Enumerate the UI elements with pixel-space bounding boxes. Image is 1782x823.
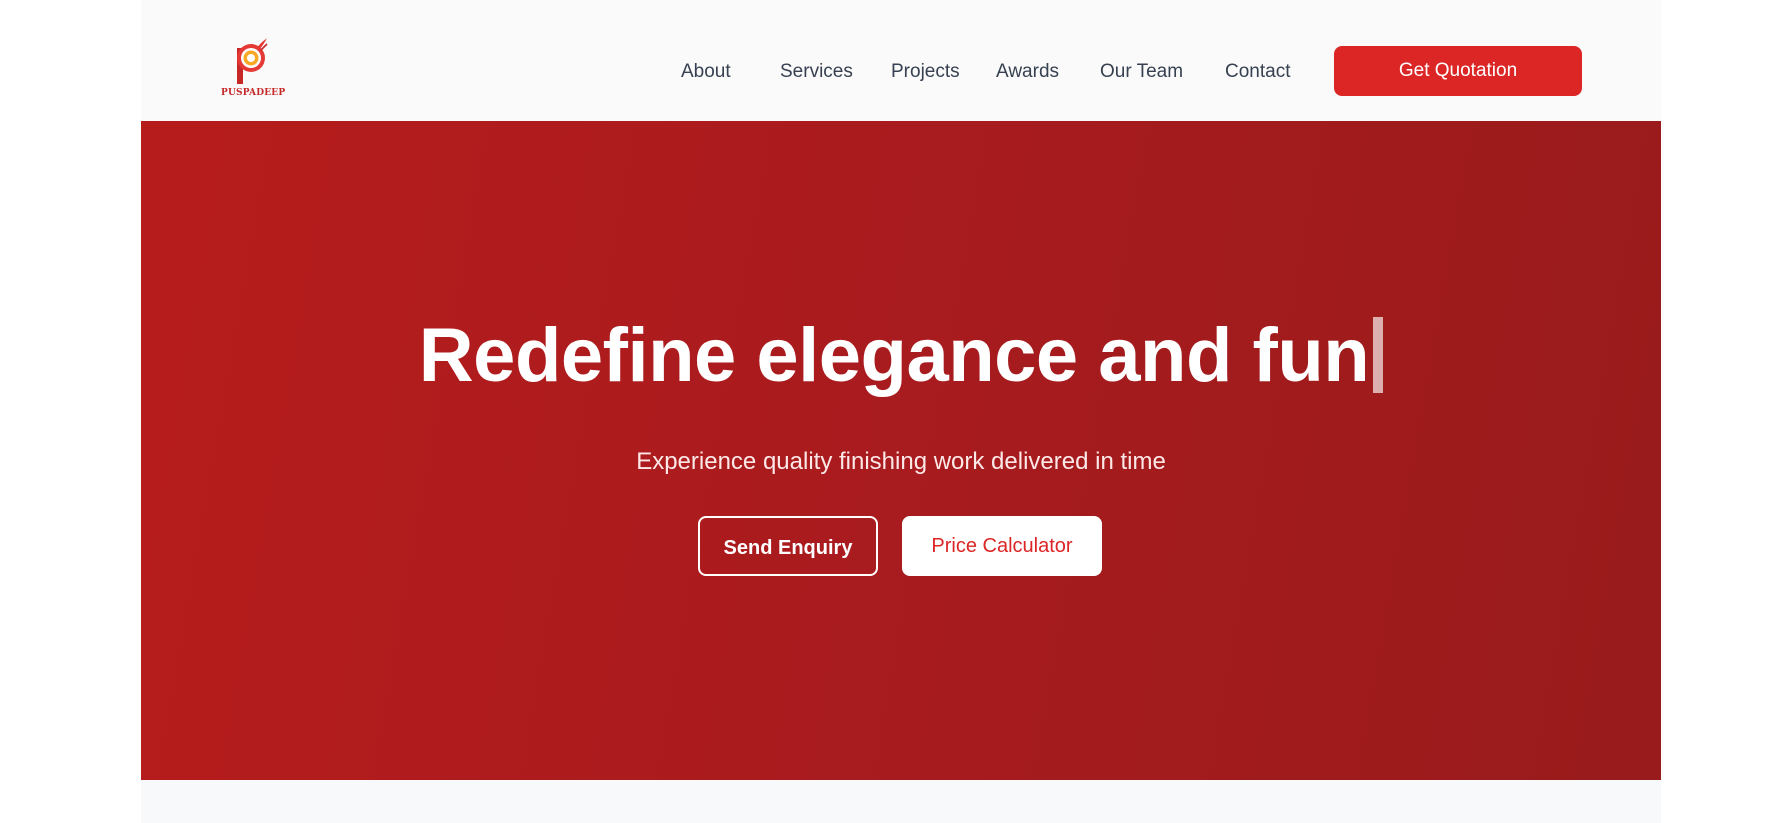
get-quotation-button[interactable]: Get Quotation <box>1334 46 1582 96</box>
page: PUSPADEEP About Services Projects Awards… <box>141 0 1661 823</box>
main-nav: About Services Projects Awards Our Team … <box>141 0 1661 121</box>
hero-title-row: Redefine elegance and fun <box>141 311 1661 401</box>
nav-about[interactable]: About <box>681 58 731 86</box>
next-section <box>141 780 1661 823</box>
send-enquiry-button[interactable]: Send Enquiry <box>698 516 878 576</box>
hero-section: Redefine elegance and fun Experience qua… <box>141 121 1661 780</box>
nav-our-team[interactable]: Our Team <box>1100 58 1183 86</box>
nav-services[interactable]: Services <box>780 58 853 86</box>
nav-projects[interactable]: Projects <box>891 58 960 86</box>
typing-caret <box>1373 317 1384 393</box>
price-calculator-button[interactable]: Price Calculator <box>902 516 1102 576</box>
site-header: PUSPADEEP About Services Projects Awards… <box>141 0 1661 121</box>
hero-title: Redefine elegance and fun <box>418 313 1370 398</box>
nav-awards[interactable]: Awards <box>996 58 1059 86</box>
nav-contact[interactable]: Contact <box>1225 58 1290 86</box>
hero-subtitle: Experience quality finishing work delive… <box>636 448 1166 475</box>
